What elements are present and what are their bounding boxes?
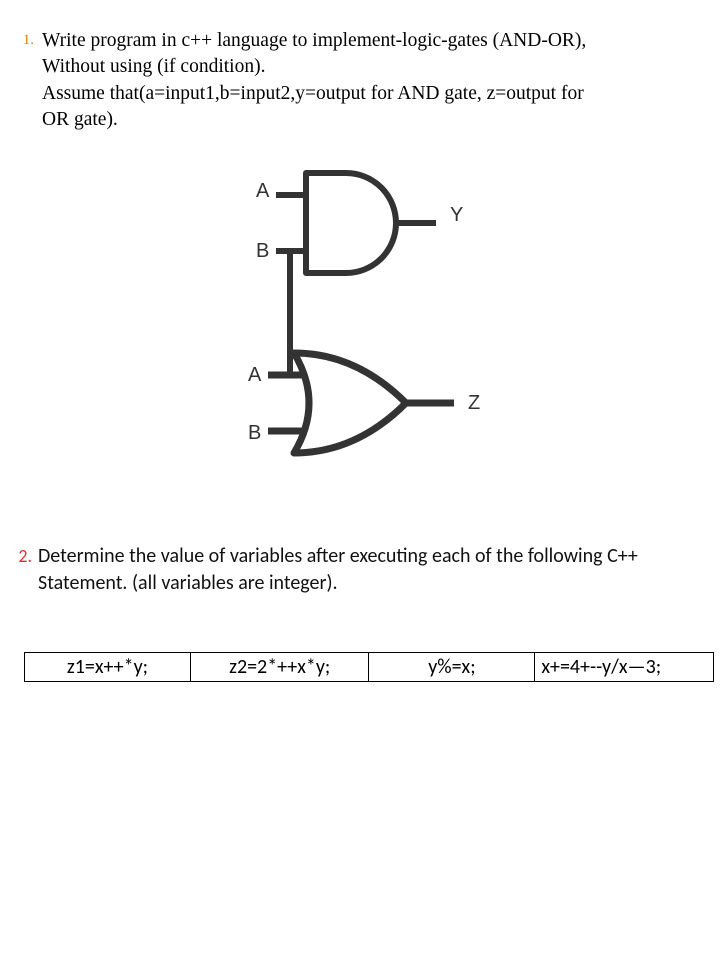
q1-line4: OR gate). [42, 109, 118, 130]
q2-line1: Determine the value of variables after e… [38, 544, 638, 568]
question-1: 1. Write program in c++ language to impl… [10, 28, 702, 133]
cell-ymod: y%=x; [369, 653, 535, 682]
q1-line3: Assume that(a=input1,b=input2,y=output f… [42, 83, 584, 104]
and-output-y-label: Y [450, 204, 463, 226]
table-row: z1=x++*y; z2=2*++x*y; y%=x; x+=4+--y/x—3… [25, 653, 714, 682]
question-2-number: 2. [10, 543, 38, 569]
or-gate: A B Z [248, 353, 480, 453]
cell-xplus: x+=4+--y/x—3; [535, 653, 714, 682]
or-input-b-label: B [248, 422, 261, 444]
q1-line2: Without using (if condition). [42, 56, 265, 77]
cell-z2: z2=2*++x*y; [190, 653, 369, 682]
question-1-number: 1. [10, 28, 42, 52]
logic-gates-diagram: A B Y A B Z [176, 163, 536, 483]
statements-table: z1=x++*y; z2=2*++x*y; y%=x; x+=4+--y/x—3… [24, 652, 714, 682]
or-input-a-label: A [248, 364, 262, 386]
q1-line1: Write program in c++ language to impleme… [42, 30, 586, 51]
and-input-b-label: B [256, 240, 269, 262]
q2-line2: Statement. (all variables are integer). [38, 571, 338, 595]
or-output-z-label: Z [468, 392, 480, 414]
question-2: 2. Determine the value of variables afte… [10, 543, 702, 597]
and-input-a-label: A [256, 180, 270, 202]
question-1-text: Write program in c++ language to impleme… [42, 28, 586, 133]
cell-z1: z1=x++*y; [25, 653, 191, 682]
question-2-text: Determine the value of variables after e… [38, 543, 638, 597]
